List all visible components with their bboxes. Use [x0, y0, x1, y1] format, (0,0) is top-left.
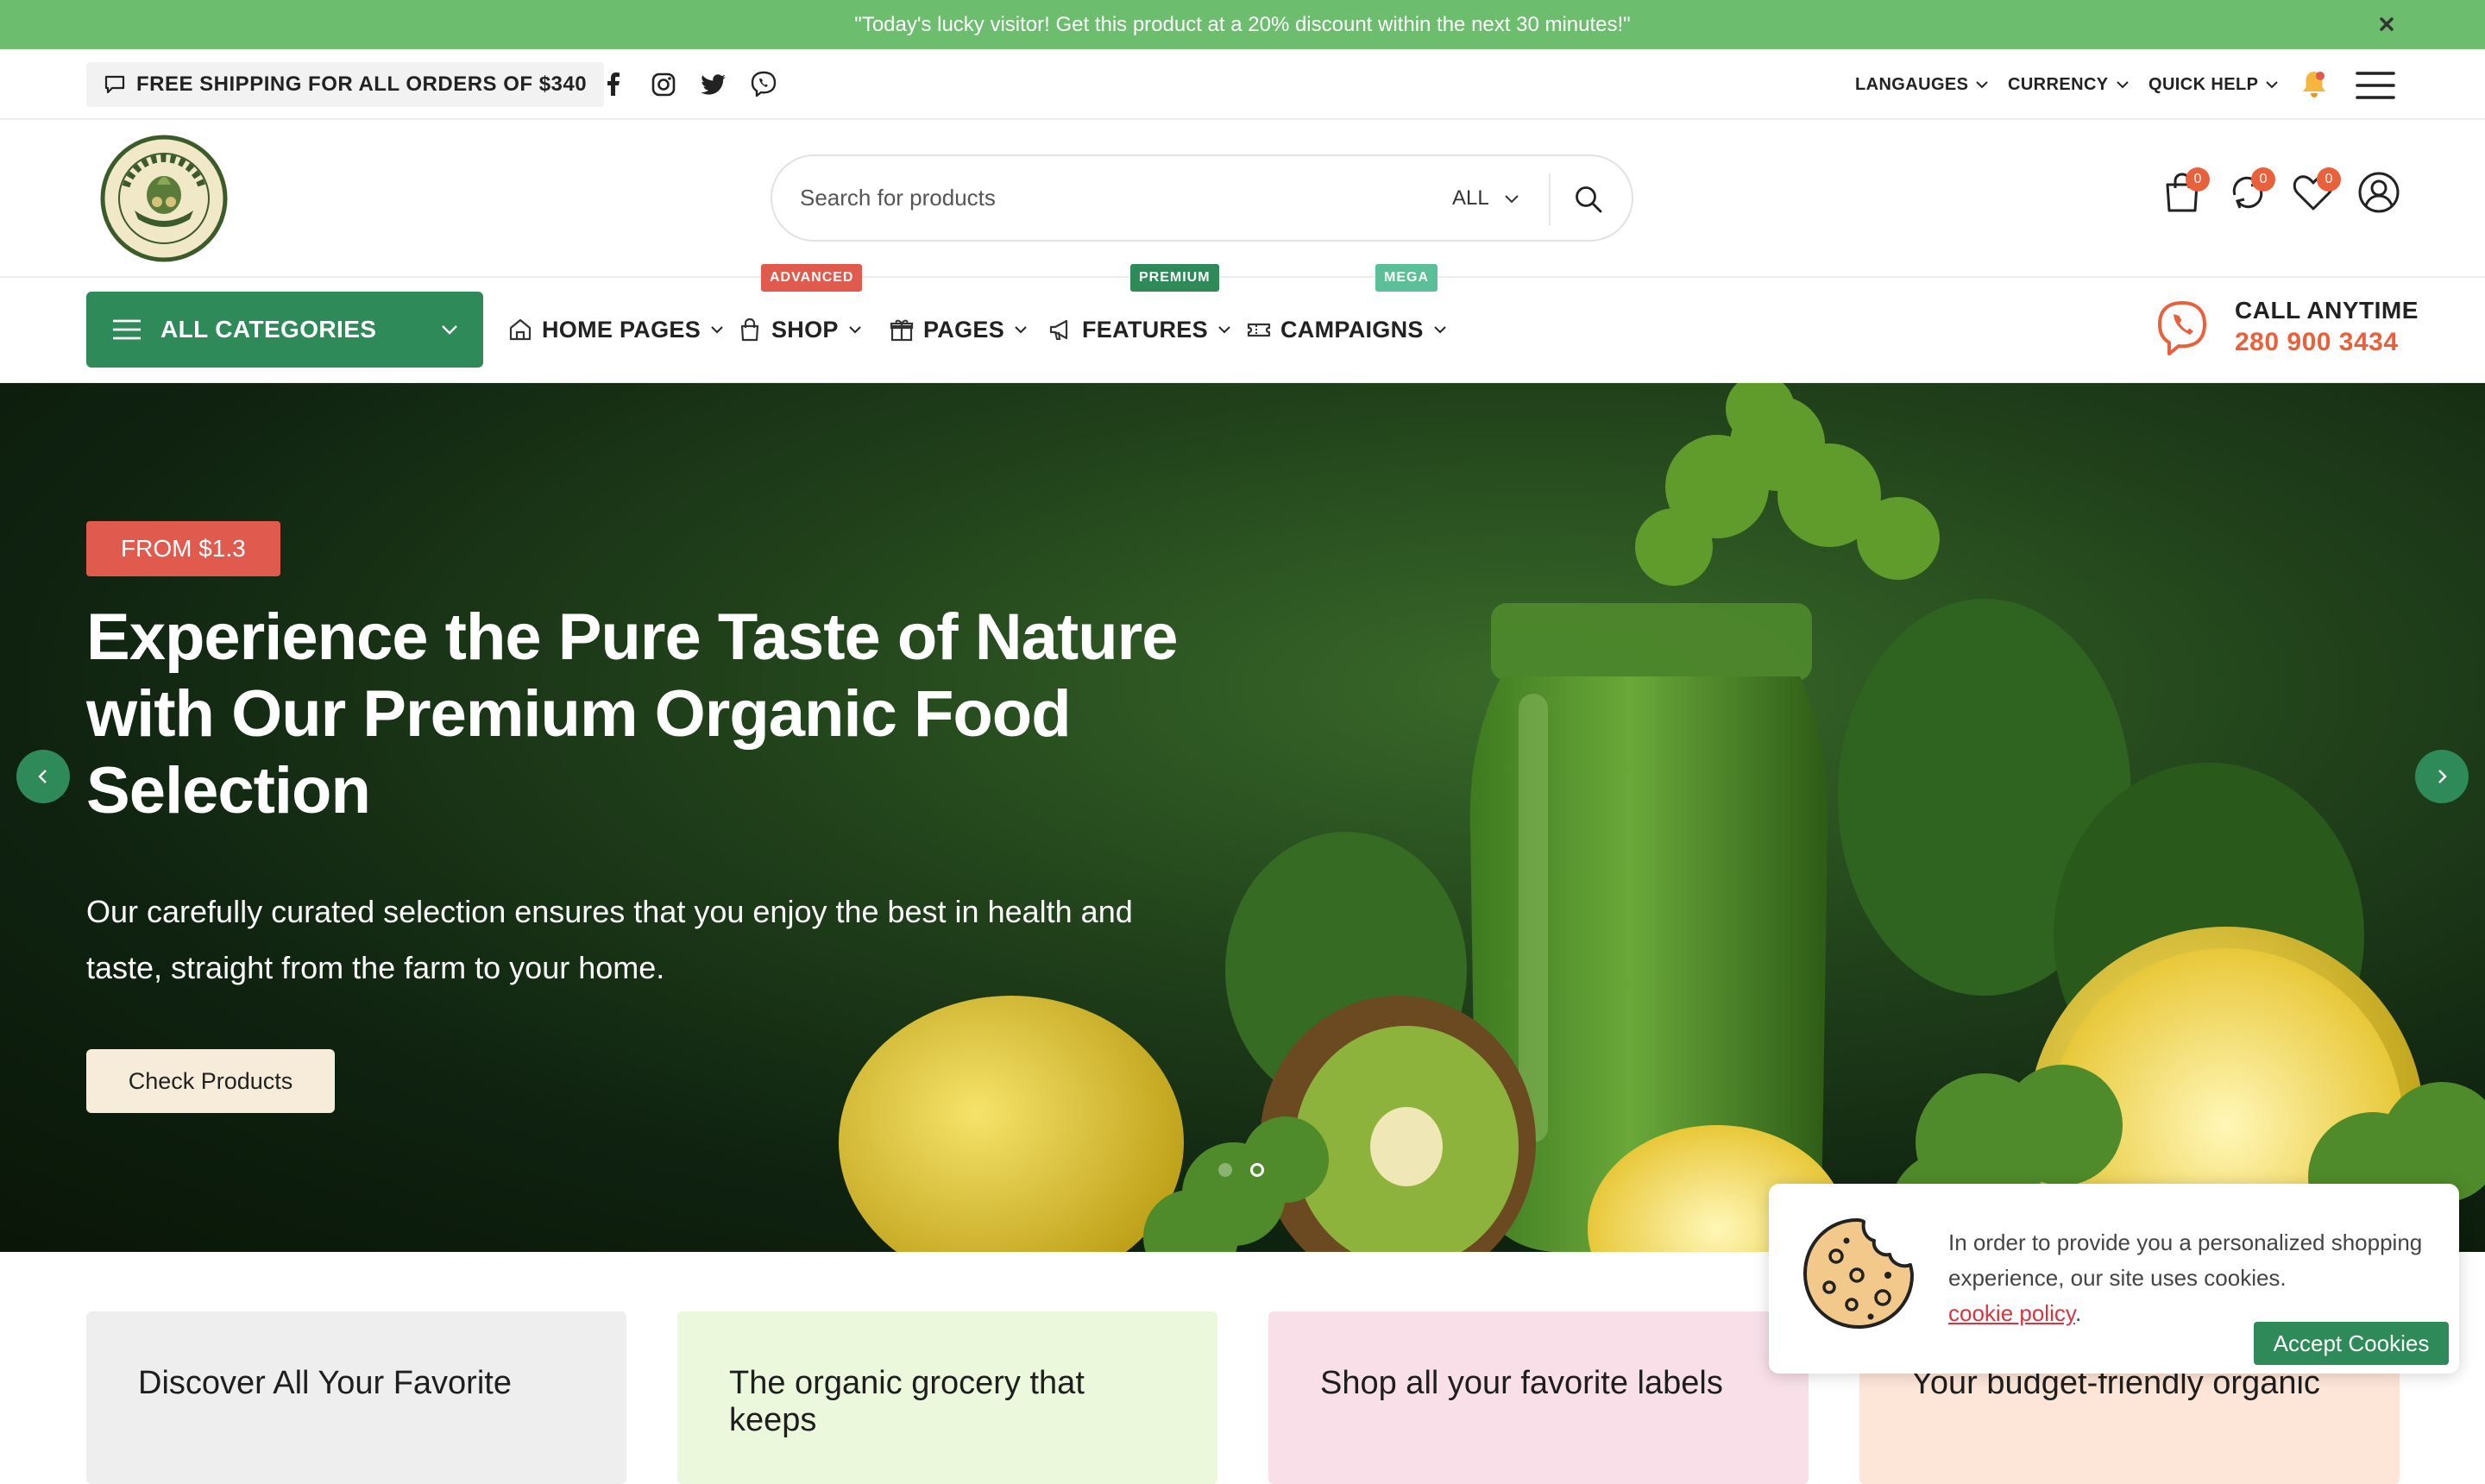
cookie-icon	[1798, 1215, 1919, 1332]
chevron-right-icon	[2433, 768, 2450, 785]
twitter-icon[interactable]	[699, 70, 728, 99]
account-button[interactable]	[2356, 169, 2402, 216]
nav-features-label: FEATURES	[1082, 316, 1208, 343]
call-phone-number[interactable]: 280 900 3434	[2235, 328, 2399, 357]
nav-campaigns[interactable]: CAMPAIGNS	[1246, 311, 1448, 349]
cart-count-badge: 0	[2186, 167, 2210, 192]
quick-help-label: QUICK HELP	[2148, 74, 2259, 94]
bell-icon[interactable]	[2299, 68, 2330, 101]
top-bar: FREE SHIPPING FOR ALL ORDERS OF $340 LAN…	[0, 49, 2485, 120]
facebook-icon[interactable]	[599, 70, 628, 99]
campaigns-mega-tag: MEGA	[1375, 264, 1438, 292]
chevron-down-icon	[1432, 322, 1448, 337]
price-tag: FROM $1.3	[86, 521, 280, 576]
search-divider	[1549, 173, 1551, 225]
chevron-down-icon	[1217, 322, 1232, 337]
hamburger-icon	[112, 318, 142, 341]
category-select-value: ALL	[1452, 186, 1489, 210]
hero-subtitle: Our carefully curated selection ensures …	[86, 894, 1133, 985]
shipping-text: FREE SHIPPING FOR ALL ORDERS OF $340	[136, 72, 588, 96]
nav-pages[interactable]: PAGES	[889, 311, 1029, 349]
announcement-text: "Today's lucky visitor! Get this product…	[854, 12, 1631, 36]
search-bar: ALL	[771, 154, 1633, 242]
slider-dot[interactable]	[1218, 1163, 1232, 1177]
nav-campaigns-label: CAMPAIGNS	[1280, 316, 1424, 343]
cookie-popup: In order to provide you a personalized s…	[1769, 1184, 2459, 1374]
promo-card-title: Shop all your favorite labels	[1320, 1365, 1723, 1401]
all-categories-label: ALL CATEGORIES	[160, 316, 377, 343]
currency-label: CURRENCY	[2008, 74, 2109, 94]
menu-icon[interactable]	[2356, 68, 2395, 103]
megaphone-icon	[1047, 317, 1073, 343]
bag-icon	[737, 317, 763, 343]
phone-icon	[2155, 300, 2209, 357]
cookie-message: In order to provide you a personalized s…	[1948, 1225, 2440, 1331]
gift-icon	[889, 317, 915, 343]
search-button[interactable]	[1564, 175, 1613, 223]
chevron-down-icon	[709, 322, 725, 337]
promo-card[interactable]: Shop all your favorite labels	[1268, 1311, 1809, 1484]
check-products-button[interactable]: Check Products	[86, 1049, 335, 1113]
nav-shop[interactable]: SHOP	[737, 311, 863, 349]
chevron-down-icon	[1503, 190, 1520, 207]
compare-count-badge: 0	[2251, 167, 2275, 192]
logo[interactable]	[100, 135, 228, 262]
chevron-down-icon	[2265, 78, 2279, 91]
slider-next-button[interactable]	[2415, 750, 2469, 803]
wishlist-count-badge: 0	[2317, 167, 2341, 192]
search-icon	[1573, 184, 1604, 215]
languages-menu[interactable]: LANGAUGES	[1855, 66, 1989, 103]
slider-prev-button[interactable]	[16, 750, 70, 803]
cookie-period: .	[2074, 1300, 2082, 1326]
chevron-down-icon	[2116, 78, 2130, 91]
nav-home-pages[interactable]: HOME PAGES	[507, 311, 725, 349]
slider-dot-active[interactable]	[1250, 1163, 1264, 1177]
chevron-left-icon	[35, 768, 52, 785]
chevron-down-icon	[1013, 322, 1029, 337]
shipping-notice: FREE SHIPPING FOR ALL ORDERS OF $340	[86, 62, 605, 107]
hero-title: Experience the Pure Taste of Nature with…	[86, 601, 1178, 827]
chevron-down-icon	[1975, 78, 1989, 91]
nav-home-pages-label: HOME PAGES	[542, 316, 701, 343]
chat-icon	[104, 73, 126, 96]
nav-shop-label: SHOP	[771, 316, 839, 343]
ticket-icon	[1246, 317, 1272, 343]
promo-card[interactable]: Discover All Your Favorite	[86, 1311, 626, 1484]
languages-label: LANGAUGES	[1855, 74, 1969, 94]
home-icon	[507, 317, 533, 343]
shop-advanced-tag: ADVANCED	[761, 264, 863, 292]
chevron-down-icon	[847, 322, 863, 337]
promo-card[interactable]: The organic grocery that keeps	[677, 1311, 1217, 1484]
promo-card-title: Discover All Your Favorite	[138, 1365, 512, 1401]
promo-card-title: The organic grocery that keeps	[729, 1365, 1085, 1438]
currency-menu[interactable]: CURRENCY	[2008, 66, 2130, 103]
user-icon	[2356, 169, 2402, 216]
nav-pages-label: PAGES	[923, 316, 1005, 343]
viber-icon[interactable]	[749, 70, 778, 99]
quick-help-menu[interactable]: QUICK HELP	[2148, 66, 2279, 103]
call-anytime-label: CALL ANYTIME	[2235, 297, 2419, 324]
chevron-down-icon	[440, 320, 459, 339]
cookie-policy-link[interactable]: cookie policy	[1948, 1300, 2075, 1326]
close-icon[interactable]	[2375, 12, 2399, 36]
search-input[interactable]	[798, 156, 1402, 240]
category-select[interactable]: ALL	[1452, 179, 1520, 218]
accept-cookies-button[interactable]: Accept Cookies	[2254, 1322, 2449, 1365]
all-categories-button[interactable]: ALL CATEGORIES	[86, 292, 483, 368]
nav-features[interactable]: FEATURES	[1047, 311, 1232, 349]
cookie-text: In order to provide you a personalized s…	[1948, 1229, 2423, 1291]
announcement-bar: "Today's lucky visitor! Get this product…	[0, 0, 2485, 49]
instagram-icon[interactable]	[649, 70, 678, 99]
features-premium-tag: PREMIUM	[1130, 264, 1219, 292]
